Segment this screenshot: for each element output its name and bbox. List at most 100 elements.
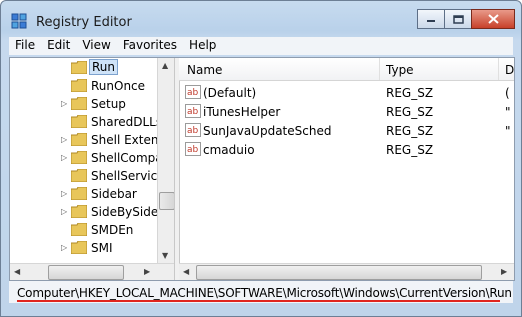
tree-vertical-scroll-thumb[interactable] bbox=[159, 192, 174, 210]
folder-icon bbox=[71, 151, 87, 164]
value-name: SunJavaUpdateSched bbox=[203, 124, 332, 138]
folder-icon bbox=[71, 79, 87, 92]
folder-icon bbox=[71, 187, 87, 200]
tree-item-smi[interactable]: ▷ SMI bbox=[10, 239, 160, 257]
scroll-up-icon[interactable]: ▲ bbox=[162, 61, 168, 70]
tree-item-label: ShellService bbox=[91, 169, 165, 183]
status-bar: Computer\HKEY_LOCAL_MACHINE\SOFTWARE\Mic… bbox=[9, 281, 513, 303]
folder-icon bbox=[71, 205, 87, 218]
tree-item-label: RunOnce bbox=[91, 79, 146, 93]
menu-view[interactable]: View bbox=[76, 37, 116, 55]
value-type: REG_SZ bbox=[386, 143, 434, 157]
list-row[interactable]: ab iTunesHelper REG_SZ " bbox=[179, 103, 514, 122]
expand-arrow-icon[interactable]: ▷ bbox=[61, 99, 67, 108]
svg-text:ab: ab bbox=[187, 126, 199, 136]
value-name: cmaduio bbox=[203, 143, 255, 157]
tree-item-label: Shell Extens bbox=[91, 133, 165, 147]
scroll-right-icon[interactable]: ▶ bbox=[144, 267, 150, 276]
scroll-left-icon[interactable]: ◀ bbox=[183, 267, 189, 276]
menu-bar: File Edit View Favorites Help bbox=[9, 37, 513, 55]
tree-item-sidebyside[interactable]: ▷ SideBySide bbox=[10, 203, 160, 221]
registry-editor-window: Registry Editor File Edit View Favorites… bbox=[0, 0, 522, 317]
maximize-icon bbox=[452, 14, 464, 24]
value-type: REG_SZ bbox=[386, 124, 434, 138]
values-list: Name Type D ab (Default) REG_SZ ( ab iTu… bbox=[179, 58, 514, 280]
svg-text:ab: ab bbox=[187, 107, 199, 117]
svg-text:ab: ab bbox=[187, 88, 199, 98]
tree-item-shellcompat[interactable]: ▷ ShellCompa bbox=[10, 149, 163, 167]
tree-item-smden[interactable]: SMDEn bbox=[10, 221, 160, 239]
value-data: " bbox=[505, 124, 511, 138]
path-underline bbox=[17, 300, 500, 302]
tree-horizontal-scrollbar[interactable]: ◀ ▶ bbox=[10, 263, 174, 280]
string-value-icon: ab bbox=[185, 142, 201, 156]
scroll-down-icon[interactable]: ▼ bbox=[162, 251, 168, 260]
scroll-right-icon[interactable]: ▶ bbox=[501, 267, 507, 276]
expand-arrow-icon[interactable]: ▷ bbox=[61, 207, 67, 216]
column-header-data[interactable]: D bbox=[505, 63, 514, 77]
tree-item-label: Setup bbox=[91, 97, 126, 111]
expand-arrow-icon[interactable]: ▷ bbox=[61, 153, 67, 162]
folder-icon bbox=[71, 169, 87, 182]
menu-edit[interactable]: Edit bbox=[41, 37, 76, 55]
tree-item-label: Sidebar bbox=[91, 187, 137, 201]
close-icon bbox=[487, 14, 499, 24]
tree-item-shell-extensions[interactable]: ▷ Shell Extens bbox=[10, 131, 165, 149]
list-header: Name Type D bbox=[179, 58, 514, 81]
value-data: ( bbox=[505, 86, 510, 100]
scroll-left-icon[interactable]: ◀ bbox=[14, 267, 20, 276]
tree-item-sidebar[interactable]: ▷ Sidebar bbox=[10, 185, 160, 203]
folder-icon bbox=[71, 97, 87, 110]
registry-editor-icon bbox=[11, 13, 27, 29]
expand-arrow-icon[interactable]: ▷ bbox=[61, 189, 67, 198]
value-type: REG_SZ bbox=[386, 86, 434, 100]
tree-item-label: ShellCompa bbox=[91, 151, 163, 165]
folder-icon bbox=[71, 241, 87, 254]
list-horizontal-scrollbar[interactable]: ◀ ▶ bbox=[179, 263, 514, 280]
minimize-icon bbox=[427, 20, 435, 22]
tree-item-shareddlls[interactable]: SharedDLLs bbox=[10, 113, 163, 131]
column-header-name[interactable]: Name bbox=[187, 63, 222, 77]
expand-arrow-icon[interactable]: ▷ bbox=[61, 135, 67, 144]
menu-favorites[interactable]: Favorites bbox=[117, 37, 183, 55]
column-divider[interactable] bbox=[379, 58, 380, 80]
tree-horizontal-scroll-thumb[interactable] bbox=[48, 265, 124, 280]
list-row[interactable]: ab SunJavaUpdateSched REG_SZ " bbox=[179, 122, 514, 141]
tree-item-label: SharedDLLs bbox=[91, 115, 163, 129]
list-row[interactable]: ab (Default) REG_SZ ( bbox=[179, 84, 514, 103]
minimize-button[interactable] bbox=[417, 9, 445, 29]
folder-icon bbox=[71, 115, 87, 128]
list-row[interactable]: ab cmaduio REG_SZ bbox=[179, 141, 514, 160]
value-name: (Default) bbox=[203, 86, 257, 100]
string-value-icon: ab bbox=[185, 123, 201, 137]
tree-item-label: SideBySide bbox=[91, 205, 159, 219]
menu-help[interactable]: Help bbox=[183, 37, 222, 55]
registry-path: Computer\HKEY_LOCAL_MACHINE\SOFTWARE\Mic… bbox=[17, 286, 512, 300]
value-name: iTunesHelper bbox=[203, 105, 281, 119]
list-horizontal-scroll-thumb[interactable] bbox=[196, 265, 482, 280]
maximize-button[interactable] bbox=[444, 9, 472, 29]
tree-item-label: SMI bbox=[91, 241, 113, 255]
tree-item-run[interactable]: Run bbox=[10, 59, 160, 77]
column-divider[interactable] bbox=[498, 58, 499, 80]
menu-file[interactable]: File bbox=[9, 37, 41, 55]
value-type: REG_SZ bbox=[386, 105, 434, 119]
svg-text:ab: ab bbox=[187, 145, 199, 155]
tree-vertical-scrollbar[interactable]: ▲ ▼ bbox=[157, 58, 174, 263]
close-button[interactable] bbox=[471, 9, 515, 29]
title-bar[interactable]: Registry Editor bbox=[1, 1, 521, 35]
tree-item-label: Run bbox=[89, 59, 119, 75]
value-data: " bbox=[505, 105, 511, 119]
column-header-type[interactable]: Type bbox=[386, 63, 414, 77]
tree-item-setup[interactable]: ▷ Setup bbox=[10, 95, 160, 113]
folder-icon bbox=[71, 61, 87, 74]
string-value-icon: ab bbox=[185, 104, 201, 118]
tree-item-runonce[interactable]: RunOnce bbox=[10, 77, 160, 95]
content-area: Run RunOnce ▷ Setup SharedDLLs ▷ Shell E… bbox=[9, 57, 515, 281]
folder-icon bbox=[71, 223, 87, 236]
tree-item-shellservice[interactable]: ShellService bbox=[10, 167, 165, 185]
expand-arrow-icon[interactable]: ▷ bbox=[61, 243, 67, 252]
folder-icon bbox=[71, 133, 87, 146]
tree-item-label: SMDEn bbox=[91, 223, 134, 237]
registry-tree: Run RunOnce ▷ Setup SharedDLLs ▷ Shell E… bbox=[10, 58, 174, 280]
